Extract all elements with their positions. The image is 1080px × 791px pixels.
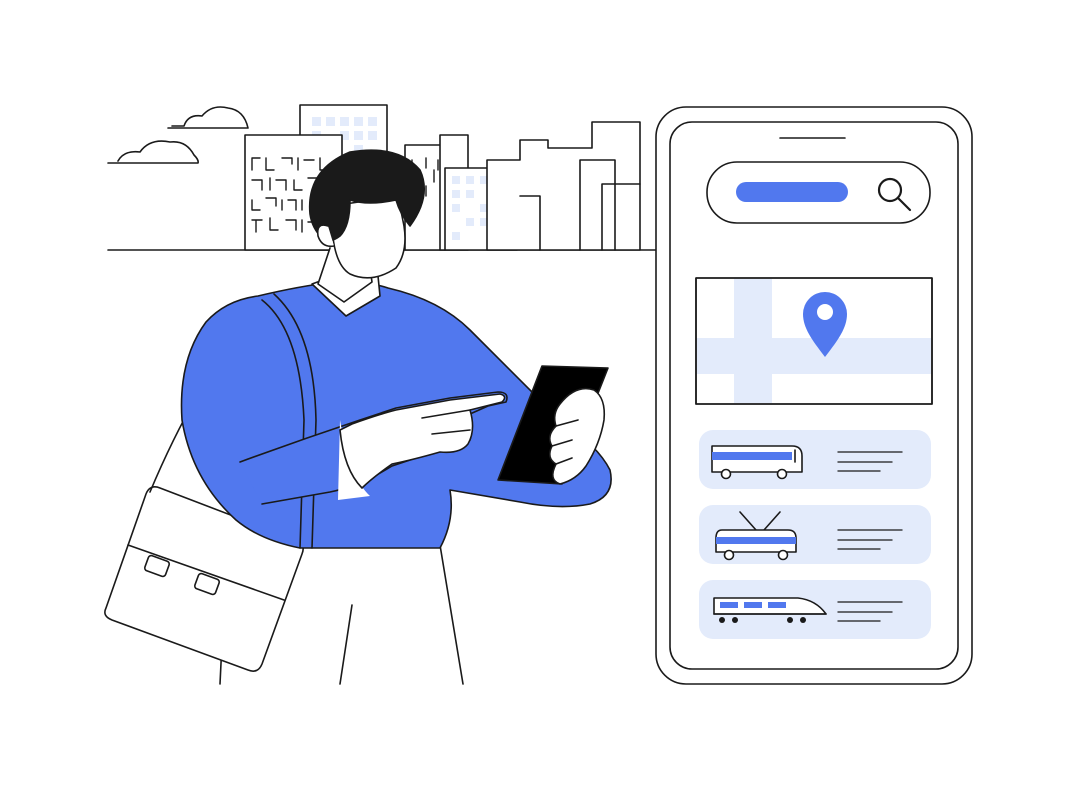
- cloud-right: [167, 106, 249, 129]
- search-input-placeholder[interactable]: [736, 182, 848, 202]
- cloud-left: [107, 140, 199, 164]
- illustration: [104, 104, 973, 685]
- large-phone-app: [655, 106, 973, 685]
- transport-option-trolleybus[interactable]: [699, 505, 931, 564]
- map-panel: [695, 277, 933, 405]
- transport-option-bus[interactable]: [699, 430, 931, 489]
- transport-option-train[interactable]: [699, 580, 931, 639]
- search-bar[interactable]: [706, 161, 931, 224]
